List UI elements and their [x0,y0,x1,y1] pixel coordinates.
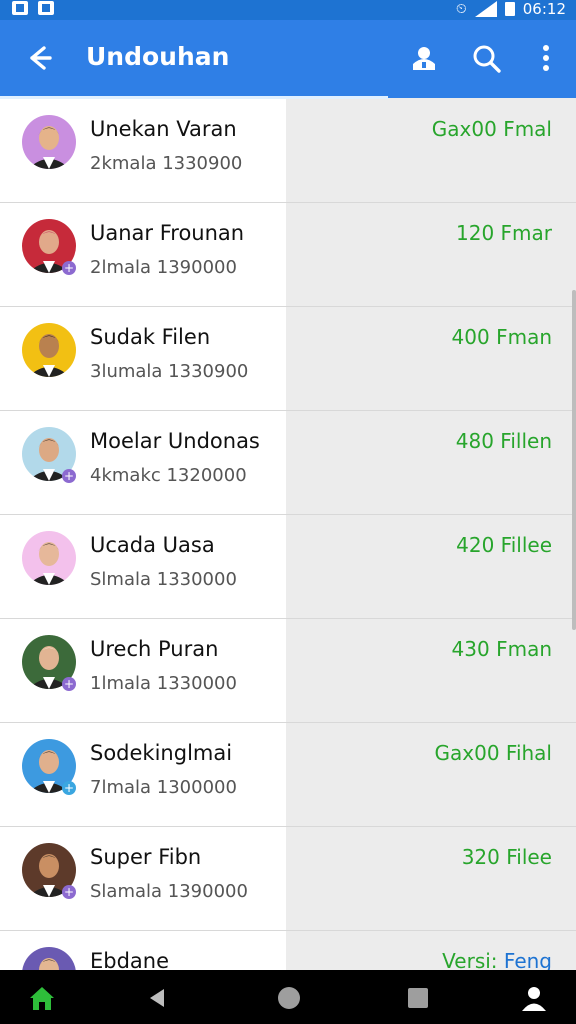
app-bar: Undouhan [0,20,576,98]
nav-home-icon[interactable] [275,984,303,1012]
list-item[interactable]: Unekan Varan 2kmala 1330900 Gax00 Fmal [0,99,576,203]
avatar [22,115,76,169]
value-text: 320 Filee [461,845,552,869]
contact-name: Super Fibn [90,845,202,869]
avatar [22,323,76,377]
person-alert-icon[interactable] [406,40,442,76]
list-item[interactable]: + Sodekinglmai 7lmala 1300000 Gax00 Fihal [0,723,576,827]
badge-icon: + [62,469,76,483]
value-text: Versi: [442,949,498,970]
contact-name: Uanar Frounan [90,221,245,245]
contact-subtitle: Slamala 1390000 [90,881,248,902]
contact-value: 420 Fillee [456,533,552,557]
contact-subtitle: 3lumala 1330900 [90,361,249,382]
value-text: Gax00 Fihal [434,741,553,765]
contact-name: Sudak Filen [90,325,211,349]
value-text: 420 Fillee [456,533,552,557]
contact-name: Urech Puran [90,637,219,661]
contact-name: Ucada Uasa [90,533,215,557]
signal-icon [474,1,497,17]
value-text: Gax00 Fmal [431,117,552,141]
value-text: 400 Fman [451,325,552,349]
status-right: ⏲ 06:12 [456,0,566,18]
alarm-icon: ⏲ [455,1,467,17]
search-icon[interactable] [468,40,504,76]
list-item[interactable]: + Urech Puran 1lmala 1330000 430 Fman [0,619,576,723]
avatar [22,531,76,585]
contact-name: Moelar Undonas [90,429,260,453]
nav-back-icon[interactable] [144,984,172,1012]
list-item[interactable]: Sudak Filen 3lumala 1330900 400 Fman [0,307,576,411]
contact-value: Gax00 Fihal [435,741,553,765]
badge-icon: + [62,261,76,275]
status-time: 06:12 [522,0,566,18]
list-item[interactable]: + Uanar Frounan 2lmala 1390000 120 Fmar [0,203,576,307]
contact-value: 120 Fmar [456,221,552,245]
list-item[interactable]: + Super Fibn Slamala 1390000 320 Filee [0,827,576,931]
contact-value: Gax00 Fmal [432,117,552,141]
contact-name: Unekan Varan [90,117,237,141]
value-extra: Feng [497,949,552,970]
more-vert-icon[interactable] [528,40,564,76]
scrollbar[interactable] [572,290,576,630]
recents-icon[interactable] [404,984,432,1012]
contact-subtitle: 2lmala 1390000 [90,257,237,278]
contact-name: Ebdane [90,949,170,970]
contact-subtitle: 1lmala 1330000 [90,673,237,694]
badge-icon: + [62,781,76,795]
badge-icon: + [62,677,76,691]
list-item[interactable]: Ucada Uasa Slmala 1330000 420 Fillee [0,515,576,619]
contact-name: Sodekinglmai [90,741,233,765]
contact-subtitle: 2kmala 1330900 [90,153,243,174]
page-title: Undouhan [86,42,230,71]
back-arrow-icon[interactable] [20,40,56,76]
battery-icon [504,2,515,16]
badge-icon: + [62,885,76,899]
contact-value: 320 Filee [462,845,552,869]
contact-value: 430 Fman [452,637,552,661]
contact-list: Unekan Varan 2kmala 1330900 Gax00 Fmal + Uan… [0,99,576,970]
avatar [22,947,76,970]
contact-value: Versi: Feng [442,949,552,970]
profile-icon[interactable] [520,984,548,1012]
contact-subtitle: 7lmala 1300000 [90,777,237,798]
value-text: 480 Fillen [455,429,552,453]
contact-value: 400 Fman [452,325,552,349]
value-text: 120 Fmar [456,221,552,245]
list-item[interactable]: + Moelar Undonas 4kmakc 1320000 480 Fillen [0,411,576,515]
notification-icon-2 [38,1,54,15]
list-item[interactable]: Ebdane7lmala 1330000Versi: Feng [0,931,576,970]
value-text: 430 Fman [451,637,552,661]
notification-icon [12,1,28,15]
home-icon[interactable] [28,984,56,1012]
status-bar: ⏲ 06:12 [0,0,576,20]
status-left [12,1,54,15]
contact-subtitle: Slmala 1330000 [90,569,237,590]
contact-subtitle: 4kmakc 1320000 [90,465,247,486]
nav-bar [0,970,576,1024]
contact-value: 480 Fillen [456,429,552,453]
